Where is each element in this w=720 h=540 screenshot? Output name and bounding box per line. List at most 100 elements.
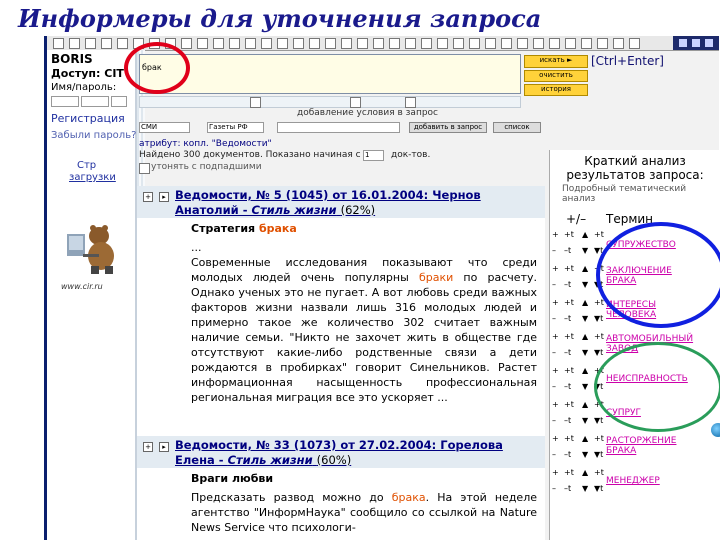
search-input[interactable]	[140, 61, 524, 74]
toolbar-icon[interactable]	[533, 38, 544, 49]
refine-checkbox[interactable]	[139, 163, 150, 174]
window-controls[interactable]	[673, 36, 719, 50]
include-t-button[interactable]: +t	[564, 434, 574, 443]
expand-toggle[interactable]: +	[143, 442, 153, 452]
include-button[interactable]: +	[552, 366, 559, 375]
register-link[interactable]: Регистрация	[51, 112, 125, 125]
raise-t-button[interactable]: +t	[594, 468, 604, 477]
toolbar-icon[interactable]	[69, 38, 80, 49]
toolbar-icon[interactable]	[485, 38, 496, 49]
option-checkbox[interactable]	[350, 97, 361, 108]
exclude-button[interactable]: –	[552, 416, 556, 425]
exclude-button[interactable]: –	[552, 280, 556, 289]
toolbar-icon[interactable]	[245, 38, 256, 49]
include-t-button[interactable]: +t	[564, 332, 574, 341]
query-box[interactable]	[139, 54, 524, 94]
toolbar-icon[interactable]	[565, 38, 576, 49]
login-button[interactable]	[111, 96, 127, 107]
term-link[interactable]: МЕНЕДЖЕР	[606, 476, 702, 486]
toolbar-icon[interactable]	[117, 38, 128, 49]
lower-t-button[interactable]: ▼t	[594, 416, 603, 425]
filter-select[interactable]	[277, 122, 400, 133]
toolbar-icon[interactable]	[501, 38, 512, 49]
lower-button[interactable]: ▼	[582, 450, 588, 459]
include-t-button[interactable]: +t	[564, 298, 574, 307]
include-button[interactable]: +	[552, 264, 559, 273]
lower-button[interactable]: ▼	[582, 246, 588, 255]
toolbar-icon[interactable]	[277, 38, 288, 49]
exclude-t-button[interactable]: –t	[564, 450, 571, 459]
exclude-button[interactable]: –	[552, 314, 556, 323]
toolbar-icon[interactable]	[261, 38, 272, 49]
analysis-link-line2[interactable]: анализ	[562, 194, 595, 204]
raise-button[interactable]: ▲	[582, 230, 588, 239]
result-title-link[interactable]: Ведомости, № 33 (1073) от 27.02.2004: Го…	[175, 438, 505, 468]
toolbar-icon[interactable]	[309, 38, 320, 49]
password-field[interactable]	[81, 96, 109, 107]
raise-t-button[interactable]: +t	[594, 434, 604, 443]
exclude-button[interactable]: –	[552, 348, 556, 357]
toolbar-icon[interactable]	[85, 38, 96, 49]
lower-t-button[interactable]: ▼t	[594, 484, 603, 493]
analysis-link[interactable]: Подробный тематический	[562, 184, 686, 194]
option-checkbox[interactable]	[405, 97, 416, 108]
lower-t-button[interactable]: ▼t	[594, 450, 603, 459]
toolbar-icon[interactable]	[421, 38, 432, 49]
lower-button[interactable]: ▼	[582, 348, 588, 357]
toolbar-icon[interactable]	[389, 38, 400, 49]
toolbar-icon[interactable]	[597, 38, 608, 49]
toolbar-icon[interactable]	[629, 38, 640, 49]
toolbar-icon[interactable]	[581, 38, 592, 49]
lower-button[interactable]: ▼	[582, 416, 588, 425]
list-button[interactable]: список	[493, 122, 541, 133]
toolbar-icon[interactable]	[53, 38, 64, 49]
expand-toggle[interactable]: +	[143, 192, 153, 202]
raise-button[interactable]: ▲	[582, 468, 588, 477]
login-field[interactable]	[51, 96, 79, 107]
toolbar-icon[interactable]	[197, 38, 208, 49]
include-button[interactable]: +	[552, 332, 559, 341]
raise-t-button[interactable]: +t	[594, 332, 604, 341]
toolbar-icon[interactable]	[453, 38, 464, 49]
exclude-button[interactable]: –	[552, 246, 556, 255]
include-button[interactable]: +	[552, 298, 559, 307]
add-to-query-button[interactable]: добавить в запрос	[409, 122, 487, 133]
pin-toggle[interactable]: ▸	[159, 442, 169, 452]
include-t-button[interactable]: +t	[564, 230, 574, 239]
toolbar-icon[interactable]	[613, 38, 624, 49]
exclude-button[interactable]: –	[552, 484, 556, 493]
result-title-link[interactable]: Ведомости, № 5 (1045) от 16.01.2004: Чер…	[175, 188, 505, 218]
raise-button[interactable]: ▲	[582, 332, 588, 341]
exclude-t-button[interactable]: –t	[564, 348, 571, 357]
source-select[interactable]: СМИ	[139, 122, 190, 133]
history-button[interactable]: история	[524, 84, 588, 96]
exclude-t-button[interactable]: –t	[564, 246, 571, 255]
toolbar-icon[interactable]	[101, 38, 112, 49]
raise-t-button[interactable]: +t	[594, 230, 604, 239]
toolbar-icon[interactable]	[405, 38, 416, 49]
region-select[interactable]: Газеты РФ	[207, 122, 264, 133]
clear-button[interactable]: очистить	[524, 70, 588, 82]
lower-button[interactable]: ▼	[582, 314, 588, 323]
search-button[interactable]: искать ►	[524, 55, 588, 68]
include-button[interactable]: +	[552, 468, 559, 477]
include-t-button[interactable]: +t	[564, 400, 574, 409]
exclude-t-button[interactable]: –t	[564, 314, 571, 323]
include-t-button[interactable]: +t	[564, 468, 574, 477]
lower-button[interactable]: ▼	[582, 280, 588, 289]
downloads-link[interactable]: загрузки	[69, 172, 116, 183]
option-checkbox[interactable]	[250, 97, 261, 108]
raise-button[interactable]: ▲	[582, 434, 588, 443]
toolbar-icon[interactable]	[229, 38, 240, 49]
pin-toggle[interactable]: ▸	[159, 192, 169, 202]
include-button[interactable]: +	[552, 434, 559, 443]
page-number-select[interactable]: 1	[363, 150, 384, 161]
help-link[interactable]: Стр	[77, 160, 96, 171]
exclude-button[interactable]: –	[552, 450, 556, 459]
include-button[interactable]: +	[552, 230, 559, 239]
exclude-t-button[interactable]: –t	[564, 484, 571, 493]
lower-t-button[interactable]: ▼t	[594, 314, 603, 323]
raise-button[interactable]: ▲	[582, 400, 588, 409]
include-button[interactable]: +	[552, 400, 559, 409]
toolbar-icon[interactable]	[549, 38, 560, 49]
